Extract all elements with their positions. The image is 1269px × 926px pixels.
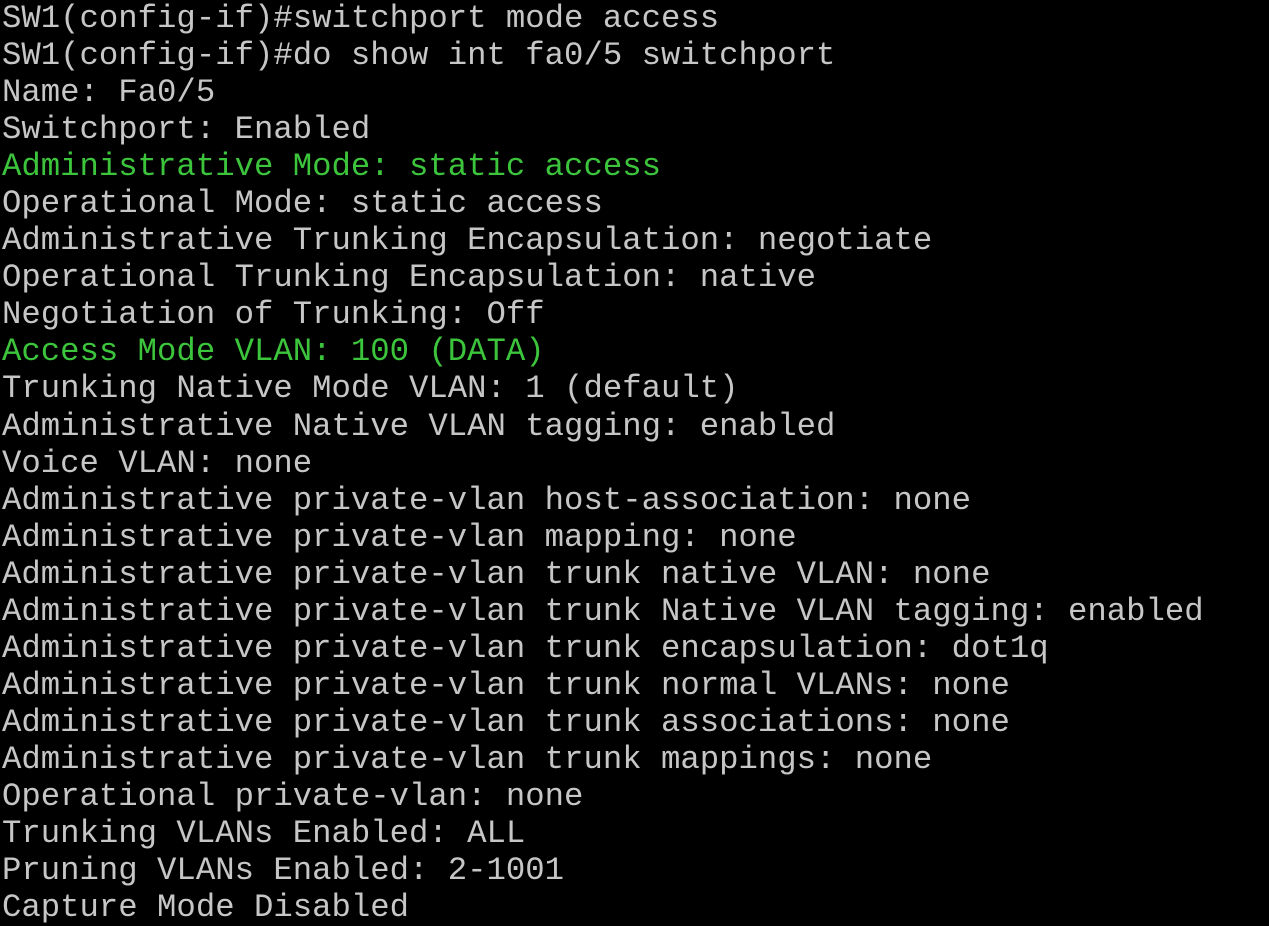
output-line: Administrative private-vlan trunk mappin… [2,740,933,778]
terminal-output[interactable]: SW1(config-if)#switchport mode access SW… [0,0,1269,926]
output-line: Administrative private-vlan trunk native… [2,555,991,593]
command-line: SW1(config-if)#do show int fa0/5 switchp… [2,37,836,75]
output-line: Voice VLAN: none [2,444,313,482]
output-line: Pruning VLANs Enabled: 2-1001 [2,852,565,890]
output-line: Administrative private-vlan host-associa… [2,481,972,519]
output-line: Operational Trunking Encapsulation: nati… [2,259,817,297]
output-line: Operational Mode: static access [2,185,603,223]
output-line: Administrative private-vlan mapping: non… [2,518,797,556]
output-line: Trunking Native Mode VLAN: 1 (default) [2,370,739,408]
output-line: Administrative Native VLAN tagging: enab… [2,407,836,445]
output-line: Operational private-vlan: none [2,777,584,815]
output-line: Trunking VLANs Enabled: ALL [2,815,526,853]
output-line: Administrative private-vlan trunk Native… [2,592,1204,630]
output-line: Negotiation of Trunking: Off [2,296,545,334]
command-line: SW1(config-if)#switchport mode access [2,0,720,37]
output-line: Administrative private-vlan trunk associ… [2,703,1010,741]
output-line: Capture Mode Disabled [2,889,410,926]
output-line-highlighted: Administrative Mode: static access [2,148,661,186]
output-line-highlighted: Access Mode VLAN: 100 (DATA) [2,333,545,371]
output-line: Switchport: Enabled [2,111,371,149]
output-line: Administrative private-vlan trunk normal… [2,666,1010,704]
output-line: Administrative Trunking Encapsulation: n… [2,222,933,260]
output-line: Name: Fa0/5 [2,74,216,112]
output-line: Administrative private-vlan trunk encaps… [2,629,1049,667]
